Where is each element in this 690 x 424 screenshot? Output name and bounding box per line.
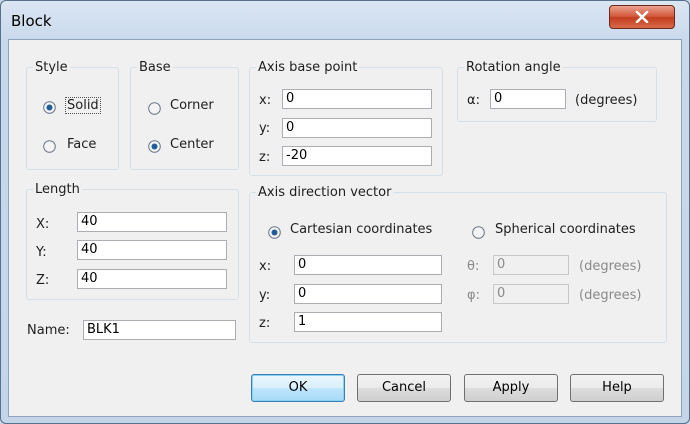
cartesian-radio-label[interactable]: Cartesian coordinates xyxy=(290,222,432,237)
axis-base-z-input[interactable]: -20 xyxy=(282,146,432,166)
axis-base-y-label: y: xyxy=(259,121,271,136)
style-solid-radio-label[interactable]: Solid xyxy=(65,97,101,114)
length-y-label: Y: xyxy=(36,245,47,260)
style-group: Style xyxy=(26,60,119,170)
axis-dir-z-label: z: xyxy=(259,316,271,331)
title-bar[interactable]: Block xyxy=(1,1,689,39)
axis-base-x-label: x: xyxy=(259,93,272,108)
base-group-legend: Base xyxy=(139,60,171,75)
phi-input[interactable]: 0 xyxy=(493,284,569,304)
base-center-radio-label[interactable]: Center xyxy=(170,137,214,152)
axis-base-z-label: z: xyxy=(259,150,271,165)
radio-checked-icon[interactable] xyxy=(43,101,56,114)
spherical-radio-label[interactable]: Spherical coordinates xyxy=(495,222,636,237)
window-title: Block xyxy=(11,12,52,30)
apply-button[interactable]: Apply xyxy=(464,374,558,402)
length-x-input[interactable]: 40 xyxy=(77,212,227,232)
radio-checked-icon[interactable] xyxy=(148,140,161,153)
radio-unchecked-icon[interactable] xyxy=(148,102,161,115)
axis-base-y-input[interactable]: 0 xyxy=(282,118,432,138)
phi-unit-label: (degrees) xyxy=(579,288,642,303)
axis-dir-x-label: x: xyxy=(259,259,272,274)
dialog-body: Style Solid Face Base Corner Center Axis… xyxy=(8,39,682,417)
close-icon xyxy=(635,11,649,23)
rotation-angle-legend: Rotation angle xyxy=(466,60,561,75)
base-group: Base xyxy=(130,60,239,170)
cancel-button[interactable]: Cancel xyxy=(357,374,451,402)
base-corner-radio-label[interactable]: Corner xyxy=(170,98,214,113)
name-input[interactable]: BLK1 xyxy=(83,320,236,340)
block-dialog: Block Style Solid Face Base Corner Cente… xyxy=(0,0,690,424)
axis-dir-y-label: y: xyxy=(259,288,271,303)
radio-unchecked-icon[interactable] xyxy=(472,226,485,239)
axis-dir-x-input[interactable]: 0 xyxy=(294,255,442,275)
theta-unit-label: (degrees) xyxy=(579,259,642,274)
axis-dir-y-input[interactable]: 0 xyxy=(294,284,442,304)
length-x-label: X: xyxy=(36,217,50,232)
length-y-input[interactable]: 40 xyxy=(77,240,227,260)
axis-direction-legend: Axis direction vector xyxy=(258,185,392,200)
theta-input[interactable]: 0 xyxy=(493,255,569,275)
length-z-label: Z: xyxy=(36,273,50,288)
phi-label: φ: xyxy=(467,288,480,303)
axis-dir-z-input[interactable]: 1 xyxy=(294,312,442,332)
radio-unchecked-icon[interactable] xyxy=(43,140,56,153)
style-face-radio-label[interactable]: Face xyxy=(67,137,96,152)
radio-checked-icon[interactable] xyxy=(268,226,281,239)
axis-base-x-input[interactable]: 0 xyxy=(282,89,432,109)
axis-base-point-legend: Axis base point xyxy=(258,60,358,75)
theta-label: θ: xyxy=(467,259,480,274)
rotation-alpha-label: α: xyxy=(467,93,480,108)
rotation-unit-label: (degrees) xyxy=(575,93,638,108)
length-group-legend: Length xyxy=(35,182,80,197)
name-label: Name: xyxy=(27,323,70,338)
ok-button[interactable]: OK xyxy=(251,374,345,402)
close-button[interactable] xyxy=(609,5,675,29)
style-group-legend: Style xyxy=(35,60,68,75)
rotation-angle-input[interactable]: 0 xyxy=(490,89,566,109)
help-button[interactable]: Help xyxy=(570,374,664,402)
length-z-input[interactable]: 40 xyxy=(77,269,227,289)
